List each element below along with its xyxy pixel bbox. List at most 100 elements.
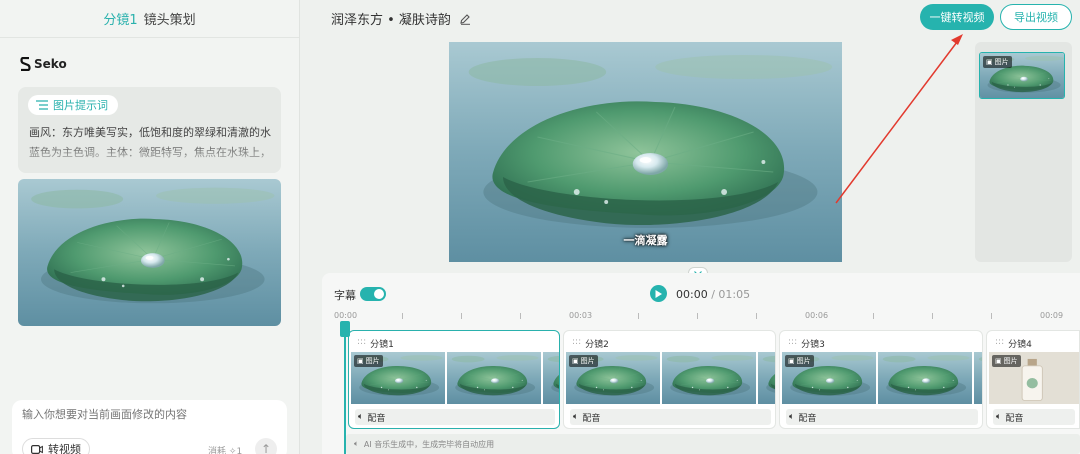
send-button[interactable]: ↑: [255, 438, 277, 454]
seko-logo-icon: [20, 57, 31, 71]
music-track[interactable]: 🔈︎ AI 音乐生成中，生成完毕将自动应用: [346, 434, 1080, 454]
clip-frame: ▣ 图片: [351, 352, 445, 404]
shot-planning-header: 分镜1 镜头策划: [0, 0, 299, 38]
music-status-text: AI 音乐生成中，生成完毕将自动应用: [363, 439, 495, 449]
image-badge: ▣ 图片: [354, 355, 383, 367]
pencil-icon[interactable]: [459, 13, 471, 25]
grip-icon: :::: [572, 337, 582, 347]
image-prompt-tag[interactable]: 图片提示词: [28, 95, 118, 115]
speaker-icon: 🔈︎: [358, 412, 364, 422]
clip-frame: [878, 352, 972, 404]
time-display: 00:00 / 01:05: [676, 288, 750, 301]
ruler-label: 00:09: [1040, 311, 1064, 320]
frame-image: [758, 352, 775, 404]
ruler-tick: [873, 313, 874, 319]
ruler-label: 00:03: [569, 311, 593, 320]
edit-input-box: 转视频 消耗 ✧1 ↑: [12, 400, 287, 454]
image-badge: ▣ 图片: [983, 56, 1012, 68]
brand-name: Seko: [34, 57, 67, 71]
image-icon: ▣: [995, 357, 1002, 365]
image-prompt-tag-label: 图片提示词: [53, 99, 108, 112]
clip-frame: [758, 352, 775, 404]
image-badge-label: 图片: [994, 58, 1009, 66]
image-badge-label: 图片: [1003, 357, 1018, 365]
arrow-up-icon: ↑: [260, 442, 272, 454]
image-icon: ▣: [788, 357, 795, 365]
current-time: 00:00: [676, 288, 708, 301]
to-video-button[interactable]: 转视频: [22, 438, 90, 454]
image-badge-label: 图片: [580, 357, 595, 365]
clip-audio-label: 配音: [367, 413, 386, 424]
clip-frame: ▣ 图片: [566, 352, 660, 404]
subtitle-toggle[interactable]: [360, 287, 386, 301]
grip-icon: :::: [788, 337, 798, 347]
image-icon: ▣: [572, 357, 579, 365]
shot-index-label: 分镜1: [103, 13, 138, 28]
thumbnail-1[interactable]: ▣ 图片: [979, 52, 1065, 99]
play-button[interactable]: [650, 285, 667, 302]
clip-label-text: 分镜4: [1008, 340, 1032, 350]
image-icon: ▣: [357, 357, 364, 365]
total-time: 01:05: [718, 288, 751, 301]
clip-label: ::: 分镜1: [357, 337, 394, 350]
clip-3[interactable]: ::: 分镜3 ▣ 图片 🔈︎ 配音: [779, 330, 983, 429]
clip-audio-track[interactable]: 🔈︎ 配音: [786, 409, 978, 425]
image-badge: ▣ 图片: [785, 355, 814, 367]
clip-1[interactable]: ::: 分镜1 ▣ 图片 🔈︎ 配音: [348, 330, 560, 429]
time-separator: /: [711, 288, 715, 301]
image-icon: ▣: [986, 58, 993, 66]
clip-audio-track[interactable]: 🔈︎ 配音: [570, 409, 771, 425]
clip-frame: [543, 352, 559, 404]
subtitle-toggle-label: 字幕: [334, 289, 356, 302]
timeline: 字幕 00:00 / 01:05 00:00 00:03 00:06 00:09…: [322, 273, 1080, 454]
ruler-tick: [756, 313, 757, 319]
export-video-button[interactable]: 导出视频: [1000, 4, 1072, 30]
clip-label: ::: 分镜4: [995, 337, 1032, 350]
clip-frames: ▣ 图片: [351, 352, 559, 404]
clip-label-text: 分镜2: [585, 340, 609, 350]
time-ruler[interactable]: 00:00 00:03 00:06 00:09: [322, 309, 1080, 323]
ruler-tick: [697, 313, 698, 319]
play-icon: [655, 289, 662, 298]
image-badge: ▣ 图片: [569, 355, 598, 367]
list-icon: [36, 100, 48, 110]
clip-audio-label: 配音: [798, 413, 817, 424]
clip-audio-label: 配音: [582, 413, 601, 424]
clip-audio-track[interactable]: 🔈︎ 配音: [355, 409, 555, 425]
edit-prompt-input[interactable]: [22, 408, 272, 421]
ruler-label: 00:00: [334, 311, 358, 320]
clip-label: ::: 分镜3: [788, 337, 825, 350]
ruler-tick: [461, 313, 462, 319]
one-click-to-video-button[interactable]: 一键转视频: [920, 4, 994, 30]
video-camera-icon: [31, 444, 43, 454]
clip-frames: ▣ 图片: [782, 352, 982, 404]
frame-image: [974, 352, 982, 404]
speaker-icon: 🔈︎: [573, 412, 579, 422]
clip-2[interactable]: ::: 分镜2 ▣ 图片 🔈︎ 配音: [563, 330, 776, 429]
speaker-icon: 🔈︎: [996, 412, 1002, 422]
shot-image[interactable]: [18, 179, 281, 326]
image-badge: ▣ 图片: [992, 355, 1021, 367]
lotus-leaf-image: [18, 179, 281, 326]
brand: Seko: [20, 57, 67, 71]
clip-audio-label: 配音: [1005, 413, 1024, 424]
project-title: 润泽东方 • 凝肤诗韵: [331, 9, 471, 28]
main-preview: 一滴凝露: [449, 42, 842, 262]
clip-frames: ▣ 图片: [989, 352, 1079, 404]
image-badge-label: 图片: [796, 357, 811, 365]
ruler-tick: [932, 313, 933, 319]
clip-label-text: 分镜3: [801, 340, 825, 350]
clip-frame: [447, 352, 541, 404]
clip-frame: [974, 352, 982, 404]
clip-frames: ▣ 图片: [566, 352, 775, 404]
shot-planning-title: 镜头策划: [143, 13, 196, 28]
thumbnail-panel: ▣ 图片: [975, 42, 1072, 262]
clip-frame: ▣ 图片: [782, 352, 876, 404]
preview-subtitle: 一滴凝露: [623, 234, 668, 247]
ruler-tick: [638, 313, 639, 319]
ruler-tick: [402, 313, 403, 319]
clip-audio-track[interactable]: 🔈︎ 配音: [993, 409, 1075, 425]
ruler-tick: [520, 313, 521, 319]
prompt-fade: [18, 139, 281, 173]
clip-4[interactable]: ::: 分镜4 ▣ 图片 🔈︎ 配音: [986, 330, 1080, 429]
